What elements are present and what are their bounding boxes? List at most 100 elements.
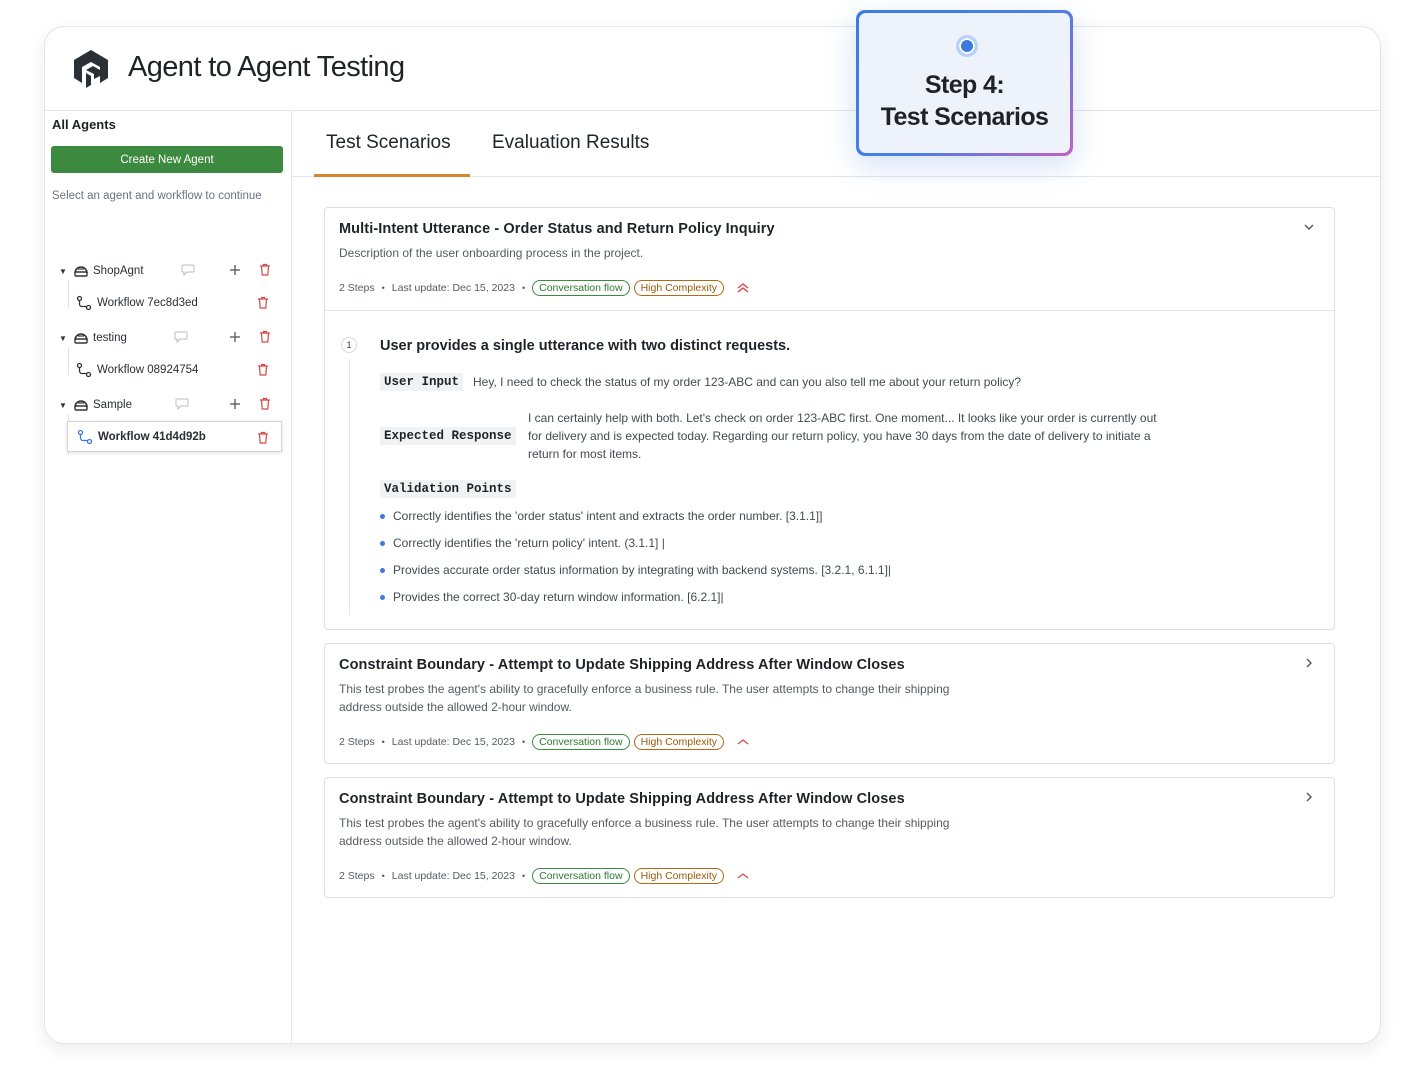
step-callout-line1: Step 4: (924, 71, 1005, 99)
last-update: Last update: Dec 15, 2023 (391, 736, 515, 748)
expected-response-text: I can certainly help with both. Let's ch… (528, 411, 1157, 425)
steps-count: 2 Steps (339, 870, 375, 882)
steps-count: 2 Steps (339, 736, 375, 748)
agent-name: testing (93, 332, 127, 344)
expected-response-text: for delivery and is expected today. Rega… (528, 429, 1151, 443)
complexity-badge: High Complexity (633, 868, 725, 884)
priority-medium-icon (737, 873, 749, 879)
scenario-description: This test probes the agent's ability to … (339, 682, 950, 696)
priority-medium-icon (737, 739, 749, 745)
validation-point: Provides accurate order status informati… (380, 563, 891, 577)
chat-icon[interactable] (181, 264, 195, 276)
workflow-item[interactable]: Workflow 7ec8d3ed (67, 287, 282, 318)
agent-name: Sample (93, 399, 132, 411)
agents-sidebar: All Agents Create New Agent Select an ag… (45, 111, 292, 1043)
complexity-badge: High Complexity (633, 280, 725, 296)
create-new-agent-button[interactable]: Create New Agent (51, 146, 283, 173)
scenario-description: This test probes the agent's ability to … (339, 816, 950, 830)
validation-point: Correctly identifies the 'order status' … (380, 509, 822, 523)
delete-agent-icon[interactable] (259, 330, 271, 343)
app-header: Agent to Agent Testing (45, 27, 1380, 111)
bullet-icon (380, 594, 385, 600)
workflow-item[interactable]: Workflow 08924754 (67, 354, 282, 385)
workflow-name: Workflow 08924754 (97, 363, 199, 376)
add-workflow-icon[interactable] (229, 331, 241, 343)
validation-point: Correctly identifies the 'return policy'… (380, 536, 665, 550)
chevron-right-icon[interactable] (1302, 656, 1316, 670)
category-badge: Conversation flow (532, 868, 630, 884)
scenario-card: Multi-Intent Utterance - Order Status an… (324, 207, 1335, 630)
validation-point: Provides the correct 30-day return windo… (380, 590, 724, 604)
last-update: Last update: Dec 15, 2023 (391, 870, 515, 882)
scenario-title[interactable]: Constraint Boundary - Attempt to Update … (339, 791, 905, 807)
workflow-item-selected[interactable]: Workflow 41d4d92b (67, 421, 282, 452)
scenario-description: Description of the user onboarding proce… (339, 246, 644, 260)
add-workflow-icon[interactable] (229, 398, 241, 410)
add-workflow-icon[interactable] (229, 264, 241, 276)
tab-evaluation-results[interactable]: Evaluation Results (492, 132, 649, 154)
expected-response-label: Expected Response (380, 427, 516, 445)
main-panel: Test Scenarios Evaluation Results Multi-… (292, 111, 1380, 1043)
separator-dot: • (381, 737, 385, 747)
scenario-title[interactable]: Constraint Boundary - Attempt to Update … (339, 657, 905, 673)
scenario-meta: 2 Steps • Last update: Dec 15, 2023 • Co… (339, 732, 750, 752)
scenario-title[interactable]: Multi-Intent Utterance - Order Status an… (339, 221, 775, 237)
user-input-text: Hey, I need to check the status of my or… (473, 375, 1022, 389)
separator-dot: • (521, 871, 526, 881)
step-connector-line (349, 359, 350, 615)
app-logo-icon (74, 50, 108, 88)
workflow-icon (77, 429, 93, 444)
scenario-step: 1 User provides a single utterance with … (325, 310, 1334, 615)
bullet-icon (380, 567, 385, 573)
caret-down-icon[interactable]: ▼ (59, 401, 69, 410)
separator-dot: • (381, 283, 385, 293)
workflow-name: Workflow 7ec8d3ed (97, 296, 198, 309)
step-callout-line2: Test Scenarios (880, 103, 1049, 131)
delete-workflow-icon[interactable] (257, 296, 269, 309)
scenario-card[interactable]: Constraint Boundary - Attempt to Update … (324, 777, 1335, 898)
agent-name: ShopAgnt (93, 265, 144, 277)
scenario-description: address outside the allowed 2-hour windo… (339, 834, 572, 848)
steps-count: 2 Steps (339, 282, 375, 294)
sidebar-hint: Select an agent and workflow to continue (52, 190, 262, 202)
chat-icon[interactable] (174, 331, 188, 343)
delete-workflow-icon[interactable] (257, 363, 269, 376)
agent-icon (74, 400, 88, 411)
user-input-label: User Input (380, 373, 464, 391)
active-tab-indicator (314, 174, 470, 177)
step-indicator-dot-icon (956, 35, 978, 57)
step-callout: Step 4: Test Scenarios (856, 10, 1073, 156)
validation-point-text: Provides accurate order status informati… (393, 563, 892, 577)
step-number: 1 (341, 337, 357, 353)
complexity-badge: High Complexity (633, 734, 725, 750)
workflow-icon (76, 362, 92, 377)
tab-bar: Test Scenarios Evaluation Results (292, 111, 1380, 177)
step-title: User provides a single utterance with tw… (380, 338, 791, 354)
scenario-meta: 2 Steps • Last update: Dec 15, 2023 • Co… (339, 278, 750, 298)
app-title: Agent to Agent Testing (128, 51, 405, 83)
delete-workflow-icon[interactable] (257, 431, 269, 444)
separator-dot: • (521, 283, 526, 293)
tab-test-scenarios[interactable]: Test Scenarios (326, 132, 451, 154)
validation-points-label: Validation Points (380, 480, 516, 498)
delete-agent-icon[interactable] (259, 263, 271, 276)
scenario-description: address outside the allowed 2-hour windo… (339, 700, 572, 714)
scenario-card[interactable]: Constraint Boundary - Attempt to Update … (324, 643, 1335, 764)
validation-point-text: Correctly identifies the 'return policy'… (393, 536, 665, 550)
validation-point-text: Correctly identifies the 'order status' … (393, 509, 823, 523)
separator-dot: • (381, 871, 385, 881)
caret-down-icon[interactable]: ▼ (59, 267, 69, 276)
expected-response-text: return for most items. (528, 447, 642, 461)
chevron-right-icon[interactable] (1302, 790, 1316, 804)
chat-icon[interactable] (175, 398, 189, 410)
delete-agent-icon[interactable] (259, 397, 271, 410)
workflow-icon (76, 295, 92, 310)
validation-point-text: Provides the correct 30-day return windo… (393, 590, 724, 604)
last-update: Last update: Dec 15, 2023 (391, 282, 515, 294)
separator-dot: • (521, 737, 526, 747)
caret-down-icon[interactable]: ▼ (59, 334, 69, 343)
priority-high-icon (737, 283, 749, 293)
bullet-icon (380, 513, 385, 519)
agent-icon (74, 266, 88, 277)
chevron-down-icon[interactable] (1302, 220, 1316, 234)
